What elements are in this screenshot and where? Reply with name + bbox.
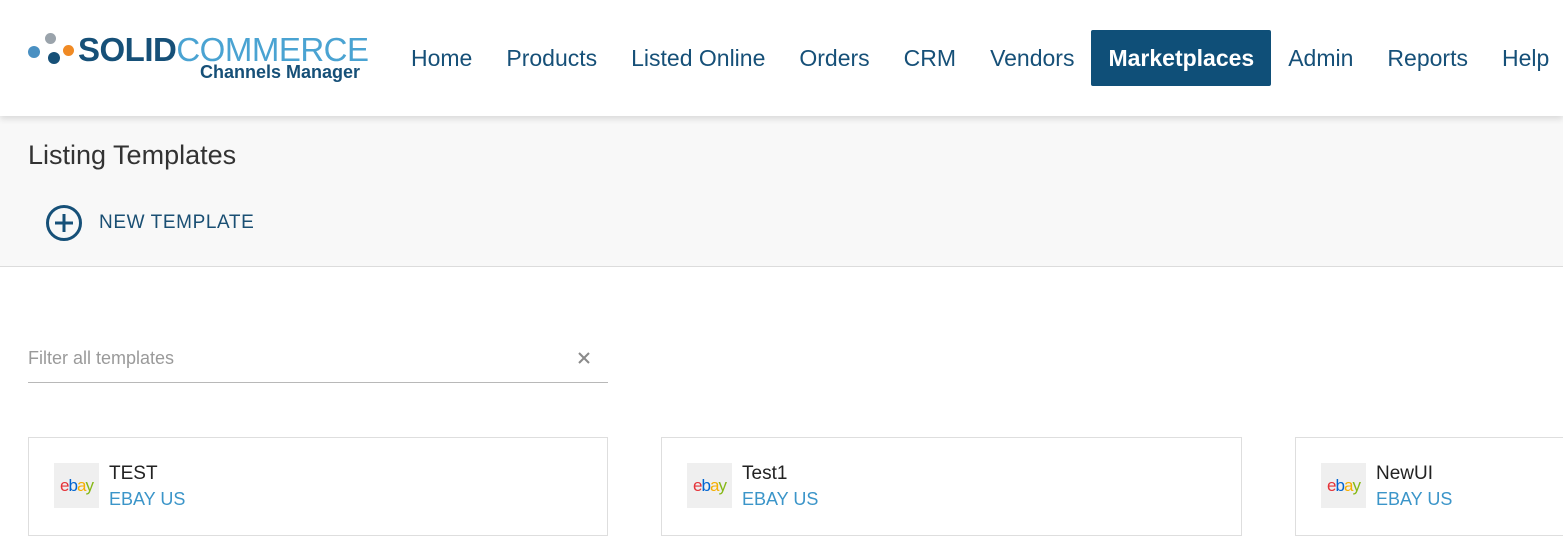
nav-item-listed-online[interactable]: Listed Online [614, 30, 782, 86]
filter-input[interactable] [28, 344, 568, 372]
add-circle-icon [45, 204, 83, 242]
nav-item-help[interactable]: Help [1485, 30, 1563, 86]
main-nav: Home Products Listed Online Orders CRM V… [394, 30, 1563, 86]
solid-commerce-logo[interactable]: SOLIDCOMMERCE Channels Manager [28, 30, 369, 86]
new-template-button[interactable]: NEW TEMPLATE [45, 204, 254, 242]
top-navbar: SOLIDCOMMERCE Channels Manager Home Prod… [0, 0, 1563, 116]
ebay-logo-icon: ebay [54, 463, 99, 508]
ebay-logo-icon: ebay [1321, 463, 1366, 508]
template-name: TEST [109, 463, 158, 484]
page-title: Listing Templates [28, 140, 237, 170]
nav-item-vendors[interactable]: Vendors [973, 30, 1091, 86]
logo-subtitle: Channels Manager [199, 62, 360, 82]
ebay-logo-icon: ebay [687, 463, 732, 508]
template-name: Test1 [742, 463, 788, 484]
template-marketplace: EBAY US [109, 489, 186, 509]
template-card[interactable]: ebay NewUI EBAY US [1295, 437, 1563, 536]
clear-icon[interactable] [576, 350, 592, 366]
nav-item-reports[interactable]: Reports [1370, 30, 1485, 86]
nav-item-marketplaces[interactable]: Marketplaces [1091, 30, 1272, 86]
template-card[interactable]: ebay Test1 EBAY US [661, 437, 1242, 536]
nav-item-crm[interactable]: CRM [887, 30, 973, 86]
nav-item-admin[interactable]: Admin [1271, 30, 1370, 86]
logo-dot [63, 45, 74, 56]
logo-brand-bold: SOLID [78, 31, 177, 68]
logo-dot [48, 52, 60, 64]
template-card[interactable]: ebay TEST EBAY US [28, 437, 608, 536]
template-filter [28, 336, 608, 383]
template-marketplace: EBAY US [1376, 489, 1453, 509]
new-template-label: NEW TEMPLATE [99, 212, 255, 233]
nav-item-orders[interactable]: Orders [782, 30, 886, 86]
logo-dot [28, 46, 40, 58]
template-marketplace: EBAY US [742, 489, 819, 509]
nav-item-home[interactable]: Home [394, 30, 489, 86]
page-header: Listing Templates NEW TEMPLATE [0, 116, 1563, 267]
logo-dot [45, 33, 56, 44]
template-name: NewUI [1376, 463, 1434, 484]
nav-item-products[interactable]: Products [489, 30, 614, 86]
